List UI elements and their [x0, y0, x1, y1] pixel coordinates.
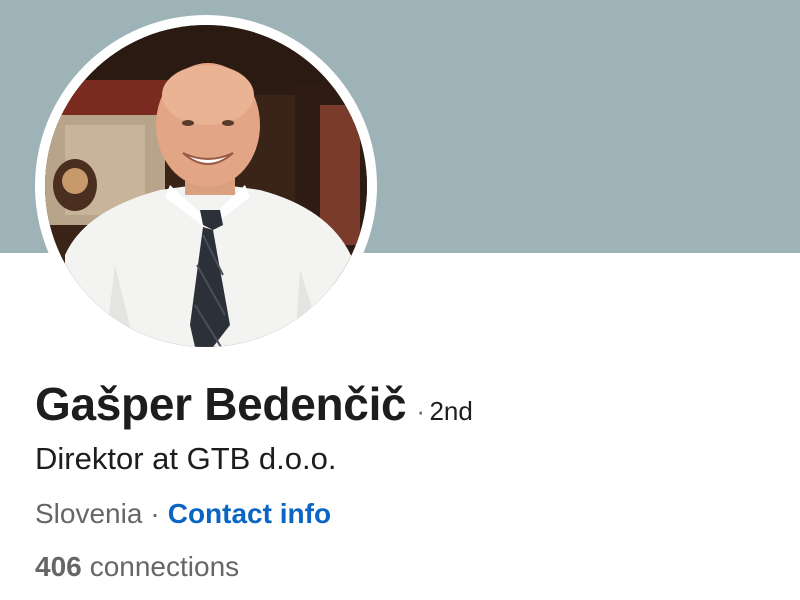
profile-photo	[45, 25, 367, 347]
name-line: Gašper Bedenčič · 2nd	[35, 378, 473, 442]
connection-degree: 2nd	[429, 396, 473, 426]
connections-count: 406	[35, 551, 82, 582]
meta-separator: ·	[150, 498, 160, 529]
profile-card: Gašper Bedenčič · 2nd Direktor at GTB d.o…	[0, 0, 800, 600]
contact-info-link[interactable]: Contact info	[168, 498, 331, 529]
location-line: Slovenia · Contact info	[35, 496, 331, 532]
connections-link[interactable]: 406 connections	[35, 549, 239, 585]
profile-location: Slovenia	[35, 498, 143, 529]
profile-headline: Direktor at GTB d.o.o.	[35, 441, 337, 476]
avatar[interactable]	[45, 25, 367, 347]
profile-name: Gašper Bedenčič	[35, 378, 407, 430]
degree-separator: ·	[416, 396, 426, 426]
connections-label: connections	[89, 551, 240, 582]
